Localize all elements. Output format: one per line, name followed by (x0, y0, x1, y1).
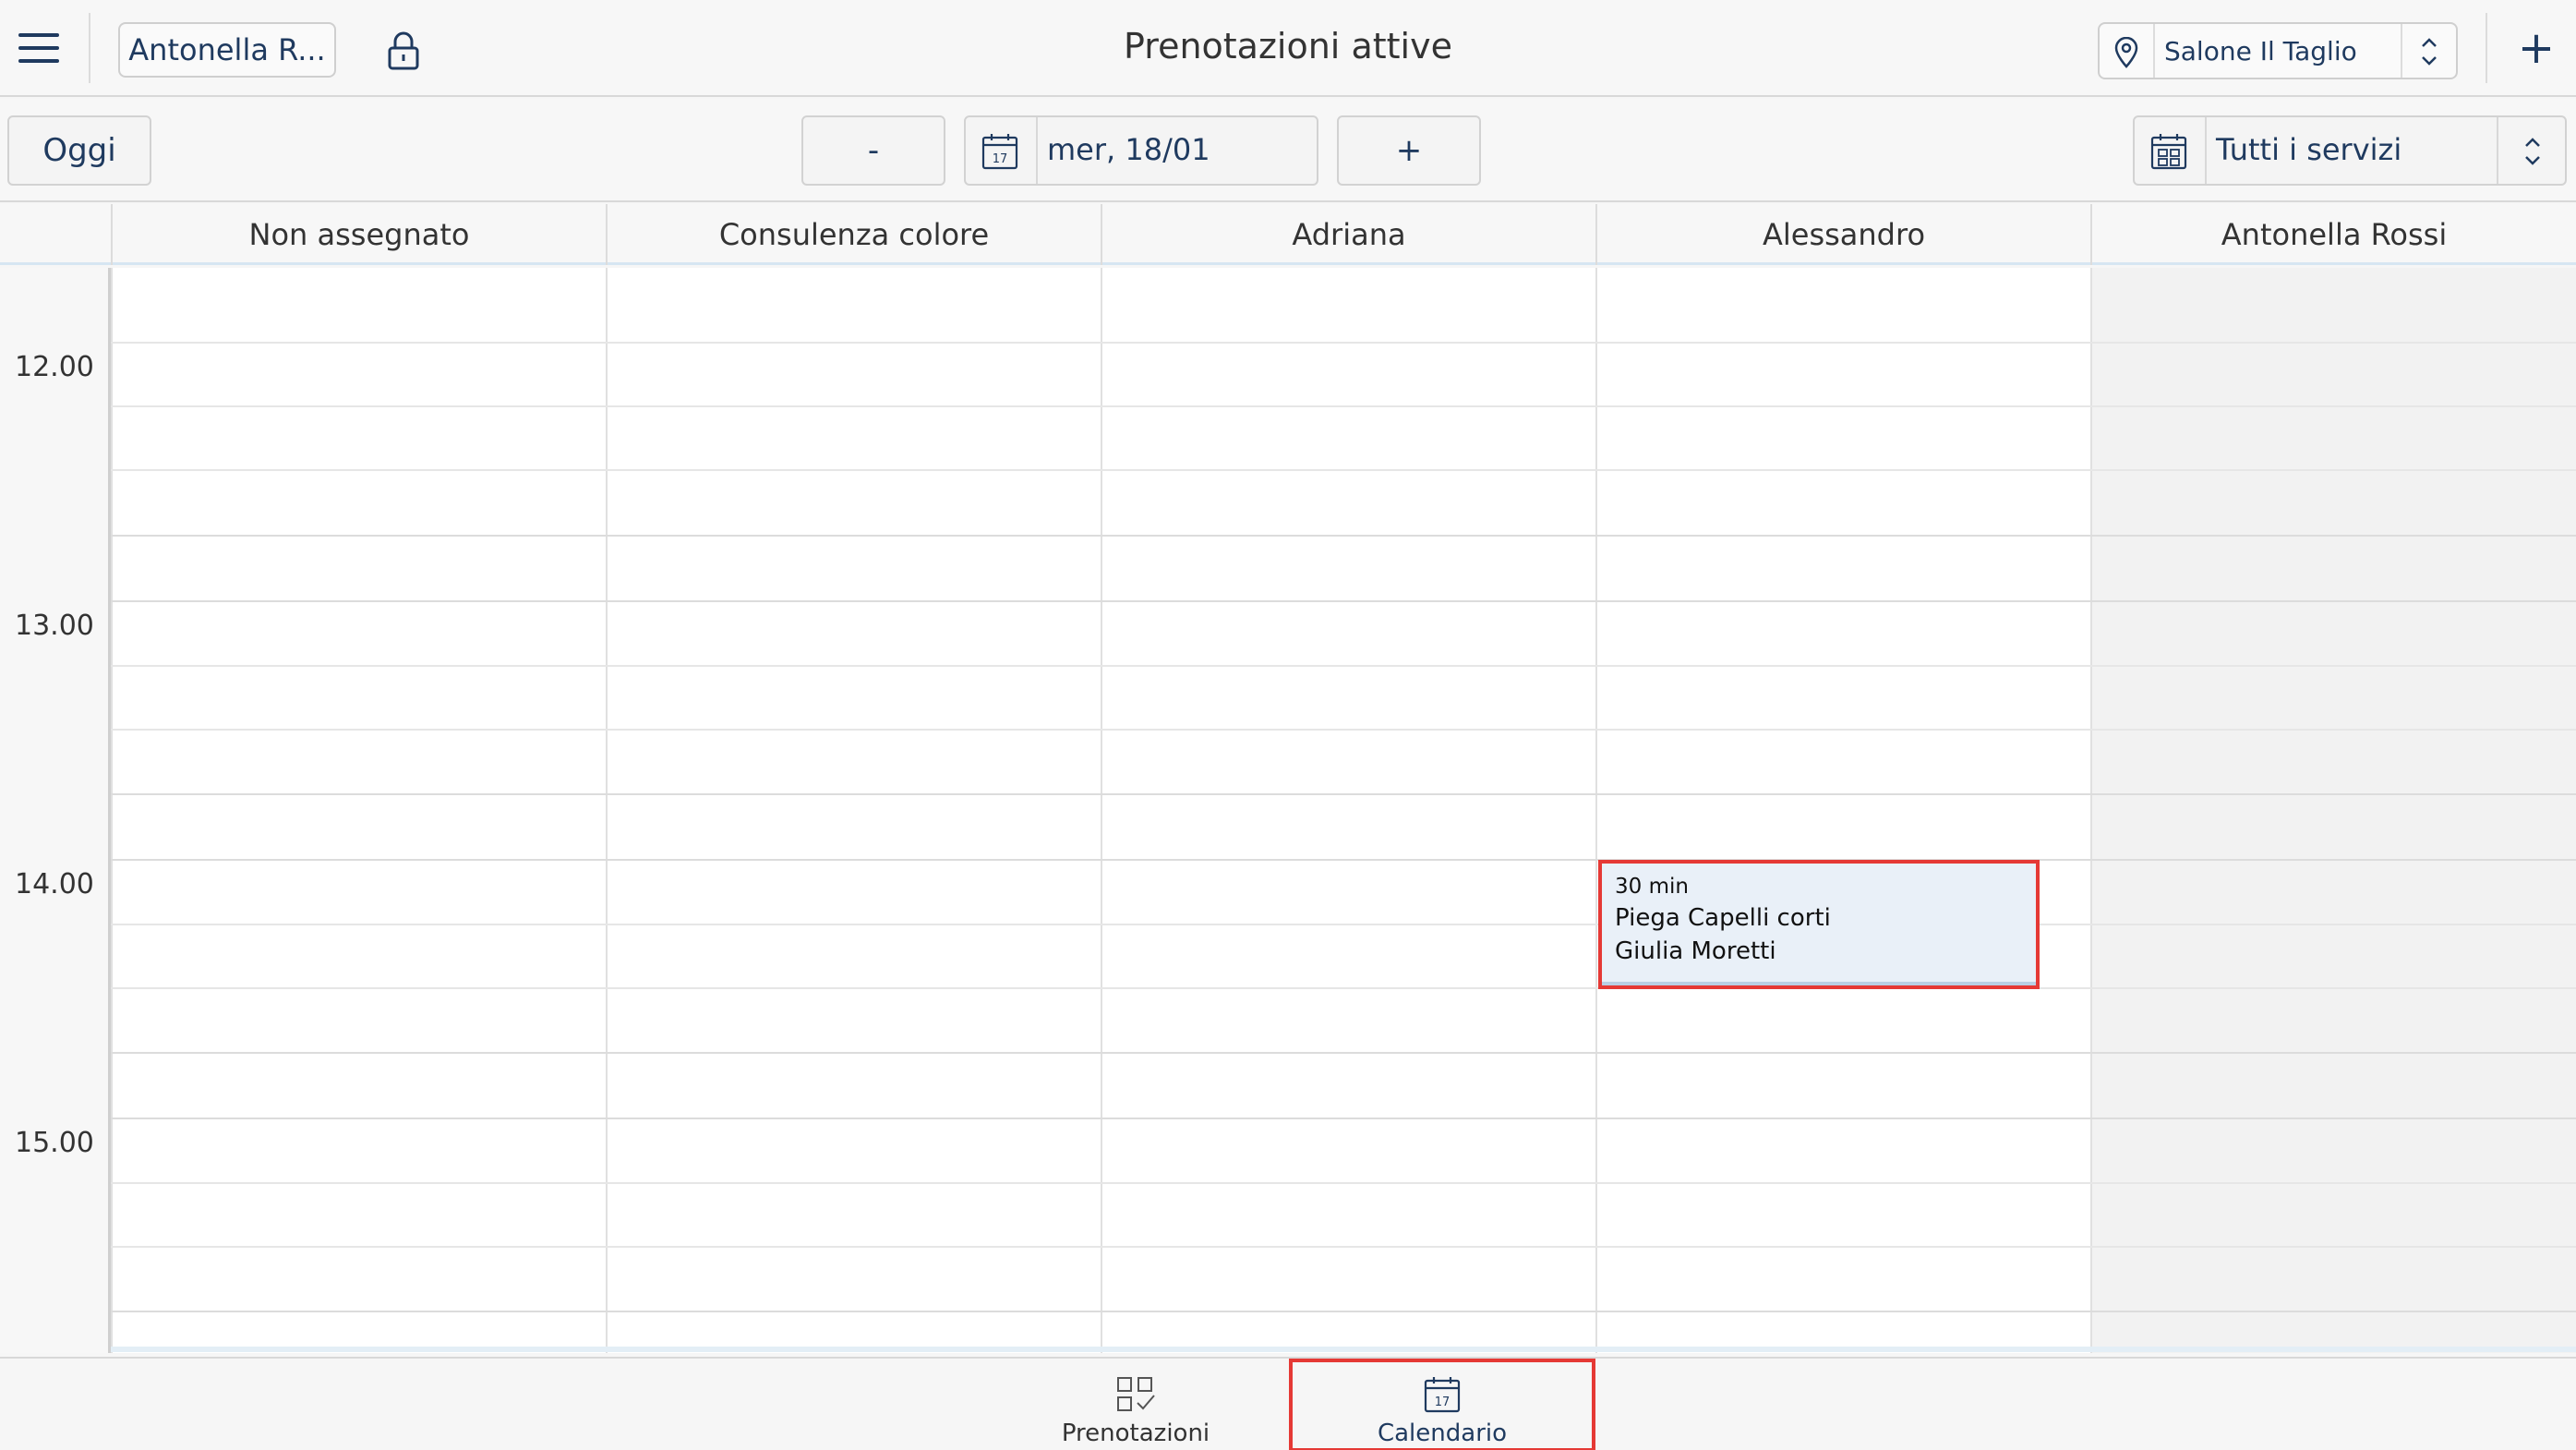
location-value: Salone Il Taglio (2164, 36, 2357, 66)
calendar-icon-day: 17 (993, 152, 1008, 166)
column-header-alessandro[interactable]: Alessandro (1595, 204, 2090, 265)
grid-line (111, 665, 2576, 667)
column-header-color-consultation[interactable]: Consulenza colore (606, 204, 1101, 265)
calendar-grid[interactable]: 12.00 13.00 14.00 15.00 (0, 268, 2576, 1353)
chevron-up-down-icon (2422, 38, 2437, 66)
nav-bookings[interactable]: Prenotazioni (1053, 1359, 1219, 1450)
services-select[interactable]: Tutti i servizi (2133, 115, 2567, 186)
grid-line (111, 987, 2576, 989)
time-label: 15.00 (15, 1127, 94, 1159)
top-bar: Antonella R... Prenotazioni attive Salon… (0, 0, 2576, 97)
divider (2486, 13, 2487, 83)
bottom-navigation: Prenotazioni 17 Calendario (0, 1357, 2576, 1450)
add-button[interactable]: + (2513, 22, 2559, 78)
divider (89, 13, 90, 83)
divider (2497, 117, 2498, 184)
time-column: 12.00 13.00 14.00 15.00 (0, 268, 111, 1353)
appointment-service: Piega Capelli corti (1615, 904, 1831, 932)
time-label: 13.00 (15, 610, 94, 642)
grid-line (111, 469, 2576, 471)
nav-calendar[interactable]: 17 Calendario (1289, 1359, 1595, 1450)
column-header-unassigned[interactable]: Non assegnato (111, 204, 606, 265)
grid-line (111, 859, 2576, 861)
divider (2153, 24, 2155, 78)
calendar-header: Non assegnato Consulenza colore Adriana … (0, 204, 2576, 265)
date-value: mer, 18/01 (1047, 132, 1210, 167)
appointment-duration: 30 min (1615, 875, 1689, 899)
location-pin-icon (2114, 37, 2138, 68)
grid-bottom-edge (111, 1347, 2576, 1352)
grid-line (111, 1118, 2576, 1119)
column-header-adriana[interactable]: Adriana (1101, 204, 1595, 265)
nav-calendar-day: 17 (1435, 1396, 1451, 1409)
divider (2205, 117, 2207, 184)
column-antonella-rossi[interactable] (2090, 268, 2576, 1353)
date-picker[interactable]: 17 mer, 18/01 (964, 115, 1318, 186)
grid-line (111, 1246, 2576, 1248)
previous-day-button[interactable]: - (801, 115, 945, 186)
column-unassigned[interactable] (111, 268, 606, 1353)
column-adriana[interactable] (1101, 268, 1595, 1353)
grid-line (111, 729, 2576, 731)
time-label: 14.00 (15, 868, 94, 900)
grid-line (111, 535, 2576, 537)
app-root: Antonella R... Prenotazioni attive Salon… (0, 0, 2576, 1450)
bookings-icon (1117, 1377, 1155, 1411)
nav-calendar-label: Calendario (1377, 1420, 1508, 1447)
grid-line (111, 1182, 2576, 1184)
page-title: Prenotazioni attive (1124, 26, 1452, 66)
appointment-client: Giulia Moretti (1615, 937, 1776, 965)
lock-icon[interactable] (386, 30, 421, 70)
calendar-grid-icon (2150, 134, 2187, 170)
grid-line (111, 600, 2576, 602)
grid-line (111, 1311, 2576, 1312)
location-select[interactable]: Salone Il Taglio (2098, 22, 2458, 79)
grid-line (111, 793, 2576, 795)
nav-bookings-label: Prenotazioni (1061, 1420, 1210, 1447)
appointment-card[interactable]: 30 min Piega Capelli corti Giulia Morett… (1598, 860, 2040, 989)
appointment-bottom-bar (1602, 982, 2036, 985)
column-alessandro[interactable] (1595, 268, 2090, 1353)
chevron-up-down-icon (2525, 138, 2540, 165)
next-day-button[interactable]: + (1337, 115, 1481, 186)
today-button[interactable]: Oggi (7, 115, 151, 186)
user-button[interactable]: Antonella R... (118, 22, 336, 78)
calendar-icon: 17 (1424, 1377, 1461, 1413)
grid-line (111, 924, 2576, 925)
divider (2401, 24, 2402, 78)
column-header-antonella-rossi[interactable]: Antonella Rossi (2090, 204, 2576, 265)
menu-icon[interactable] (18, 33, 59, 63)
time-label: 12.00 (15, 351, 94, 383)
column-color-consultation[interactable] (606, 268, 1101, 1353)
grid-line (111, 1052, 2576, 1054)
calendar-icon: 17 (981, 134, 1018, 170)
divider (1036, 117, 1038, 184)
grid-line (111, 405, 2576, 407)
services-value: Tutti i servizi (2216, 132, 2402, 167)
date-toolbar: Oggi - 17 mer, 18/01 + Tutti i servizi (0, 99, 2576, 202)
